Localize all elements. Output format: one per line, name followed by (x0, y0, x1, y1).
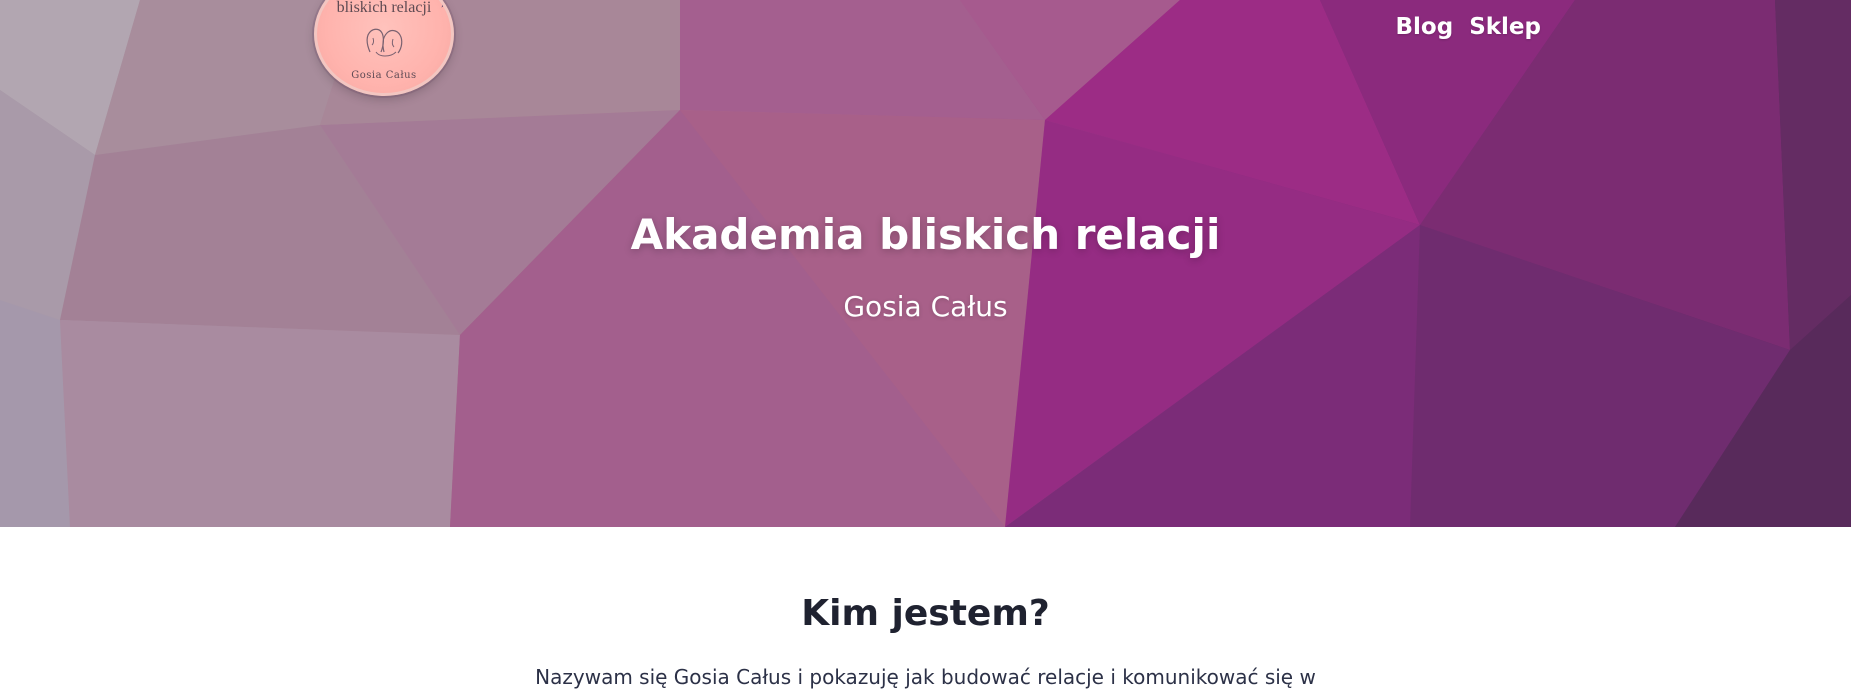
main-navigation: Blog Sklep (1396, 10, 1542, 44)
hero-background-polygons (0, 0, 1851, 527)
logo-signature: Gosia Całus (351, 70, 417, 81)
hero-subtitle: Gosia Całus (843, 290, 1008, 323)
about-text: Nazywam się Gosia Całus i pokazuję jak b… (535, 665, 1316, 689)
nav-blog-link[interactable]: Blog (1396, 10, 1454, 44)
about-title: Kim jestem? (801, 593, 1050, 634)
nav-shop-link[interactable]: Sklep (1469, 10, 1541, 44)
logo-text: bliskich relacji (336, 0, 432, 16)
hero-title: Akademia bliskich relacji (630, 210, 1221, 259)
hero-banner: bliskich relacji Gosia Całus Blog Sklep … (0, 0, 1851, 527)
faces-illustration-icon (366, 28, 403, 57)
